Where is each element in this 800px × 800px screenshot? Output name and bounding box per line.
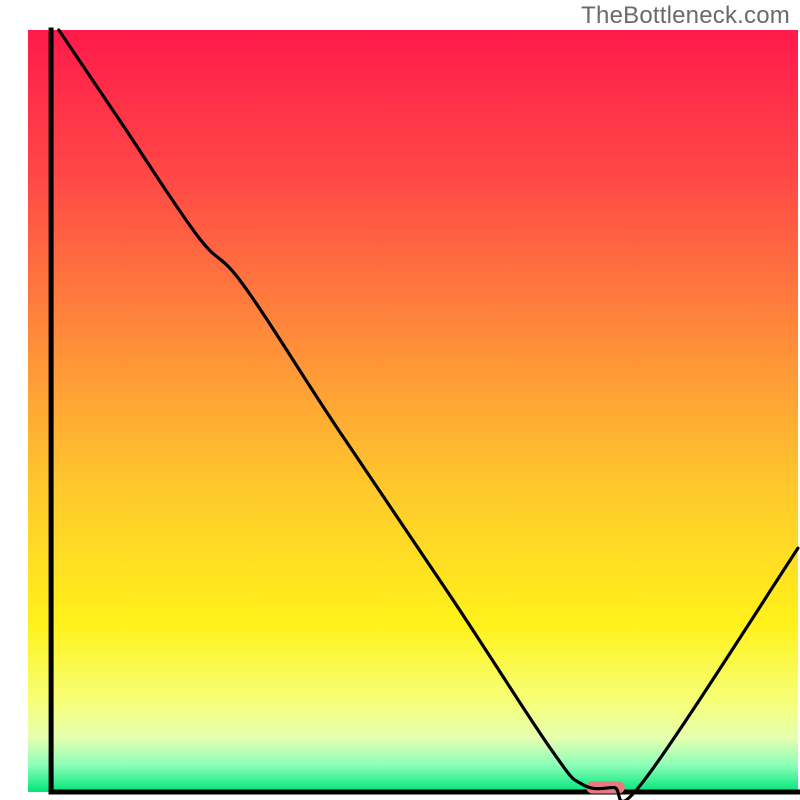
chart-container: TheBottleneck.com — [0, 0, 800, 800]
watermark-text: TheBottleneck.com — [581, 2, 790, 30]
bottleneck-chart — [0, 0, 800, 800]
chart-background — [28, 30, 798, 792]
